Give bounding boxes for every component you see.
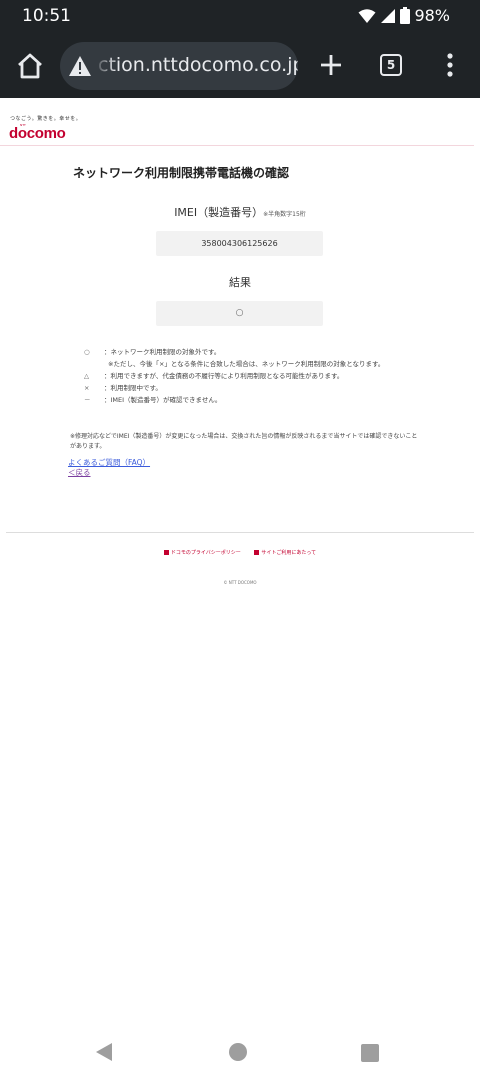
back-link[interactable]: ＜戻る [68, 467, 91, 478]
legend-text: ※ただし、今後「×」となる条件に合致した場合は、ネットワーク利用制限の対象となり… [108, 360, 385, 368]
site-terms-text[interactable]: サイトご利用にあたって [261, 550, 316, 556]
legend-row-note: ※ただし、今後「×」となる条件に合致した場合は、ネットワーク利用制限の対象となり… [84, 358, 424, 370]
page-title: ネットワーク利用制限携帯電話機の確認 [73, 166, 290, 180]
brand-tagline: つなごう。驚きを。幸せを。 [10, 116, 82, 122]
footer-links: ドコモのプライバシーポリシー サイトご利用にあたって [0, 549, 480, 556]
link-bullet-icon [254, 550, 260, 555]
header-divider [0, 145, 474, 146]
status-bar: 10:51 98% [0, 0, 480, 34]
legend-row-cross: × ：利用制限中です。 [84, 382, 424, 394]
link-bullet-icon [163, 550, 169, 555]
recents-square-icon[interactable] [361, 1044, 379, 1062]
home-icon[interactable] [14, 50, 46, 82]
home-circle-icon[interactable] [229, 1043, 247, 1061]
more-menu-icon[interactable] [444, 52, 456, 78]
copyright: © NTT DOCOMO [223, 580, 257, 585]
legend-text: ：ネットワーク利用制限の対象外です。 [104, 348, 221, 356]
legend-row-triangle: △ ：利用できますが、代金債務の不履行等により利用制限となる可能性があります。 [84, 370, 424, 382]
status-time: 10:51 [22, 6, 71, 26]
privacy-policy-text[interactable]: ドコモのプライバシーポリシー [171, 550, 241, 556]
privacy-policy-link[interactable]: ドコモのプライバシーポリシー [163, 550, 241, 556]
url-text[interactable]: ction.nttdocomo.co.jp [98, 54, 298, 76]
docomo-logo[interactable]: docomo [9, 125, 66, 142]
legend-symbol: － [84, 396, 91, 404]
system-nav-bar [0, 1020, 480, 1080]
imei-label-text: IMEI（製造番号） [174, 206, 264, 219]
back-triangle-icon[interactable] [94, 1042, 114, 1062]
imei-label: IMEI（製造番号）※半角数字15桁 [0, 204, 480, 220]
tab-switcher-button[interactable]: 5 [380, 54, 402, 76]
browser-toolbar: ction.nttdocomo.co.jp 5 [0, 34, 480, 98]
legend-symbol: × [84, 384, 90, 392]
new-tab-icon[interactable] [316, 50, 346, 80]
site-terms-link[interactable]: サイトご利用にあたって [254, 550, 316, 556]
status-icons: 98% [358, 6, 450, 25]
legend-text: ：利用制限中です。 [104, 384, 162, 392]
wifi-icon [358, 8, 376, 23]
url-fade [94, 42, 116, 90]
web-page: つなごう。驚きを。幸せを。 NTT docomo ネットワーク利用制限携帯電話機… [0, 98, 480, 1020]
imei-value-field: 358004306125626 [156, 231, 323, 256]
footer-divider [6, 532, 474, 533]
battery-percent: 98% [414, 6, 450, 25]
repair-footnote: ※修理対応などでIMEI（製造番号）が変更になった場合は、交換された旨の情報が反… [70, 433, 418, 450]
result-legend: ○ ：ネットワーク利用制限の対象外です。 ※ただし、今後「×」となる条件に合致した… [84, 346, 424, 406]
battery-icon [400, 7, 411, 24]
legend-symbol: ○ [84, 348, 90, 356]
result-value-field: ○ [156, 301, 323, 326]
legend-row-ok: ○ ：ネットワーク利用制限の対象外です。 [84, 346, 424, 358]
signal-icon [381, 8, 396, 23]
legend-symbol: △ [84, 372, 89, 380]
legend-text: ：IMEI（製造番号）が確認できません。 [104, 396, 222, 404]
url-bar[interactable]: ction.nttdocomo.co.jp [60, 42, 298, 90]
warning-icon[interactable] [68, 55, 92, 77]
legend-text: ：利用できますが、代金債務の不履行等により利用制限となる可能性があります。 [104, 372, 344, 380]
imei-note: ※半角数字15桁 [263, 211, 306, 218]
result-label: 結果 [229, 276, 251, 289]
legend-row-dash: － ：IMEI（製造番号）が確認できません。 [84, 394, 424, 406]
